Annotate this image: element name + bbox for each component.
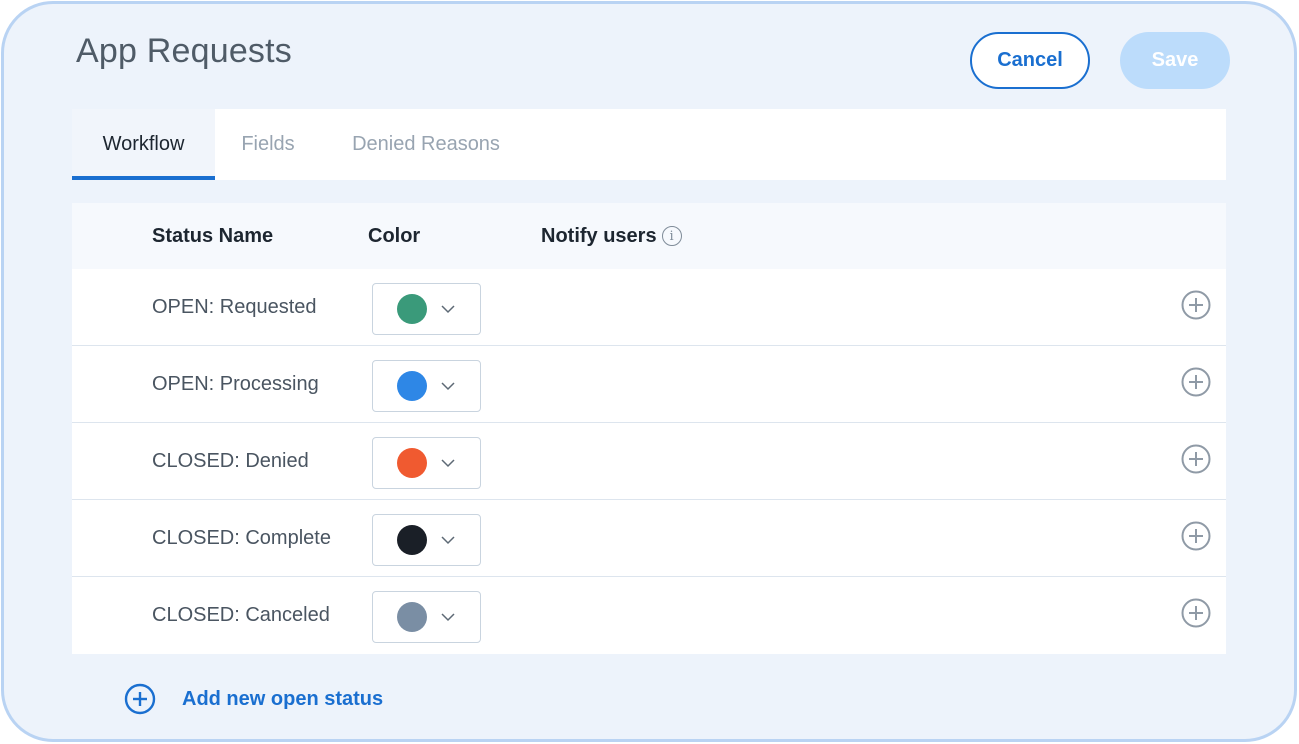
color-picker-dropdown[interactable] (372, 514, 481, 566)
plus-circle-icon[interactable] (1180, 520, 1212, 552)
status-name: OPEN: Processing (152, 373, 319, 395)
plus-circle-icon[interactable] (1180, 597, 1212, 629)
tab-bar: Workflow Fields Denied Reasons (72, 109, 1226, 180)
table-row: OPEN: Requested (72, 269, 1226, 346)
status-table: Status Name Color Notify users i OPEN: R… (72, 203, 1226, 654)
chevron-down-icon (441, 382, 455, 391)
plus-circle-icon[interactable] (1180, 289, 1212, 321)
save-button[interactable]: Save (1120, 32, 1230, 89)
info-icon[interactable]: i (661, 226, 682, 246)
chevron-down-icon (441, 613, 455, 622)
status-name: CLOSED: Complete (152, 527, 331, 549)
table-row: OPEN: Processing (72, 346, 1226, 423)
add-new-open-status-button[interactable]: Add new open status (124, 683, 383, 715)
table-row: CLOSED: Canceled (72, 577, 1226, 654)
notify-users-label: Notify users (541, 224, 657, 247)
table-row: CLOSED: Complete (72, 500, 1226, 577)
color-swatch (397, 448, 427, 478)
plus-circle-icon[interactable] (1180, 443, 1212, 475)
chevron-down-icon (441, 536, 455, 545)
color-picker-dropdown[interactable] (372, 283, 481, 335)
column-header-notify-users: Notify users i (541, 203, 682, 269)
plus-circle-icon (124, 683, 156, 715)
tab-fields[interactable]: Fields (215, 109, 321, 180)
add-status-label: Add new open status (182, 687, 384, 710)
table-row: CLOSED: Denied (72, 423, 1226, 500)
tab-workflow[interactable]: Workflow (72, 109, 215, 180)
color-picker-dropdown[interactable] (372, 360, 481, 412)
tab-denied-reasons[interactable]: Denied Reasons (321, 109, 531, 180)
page-title: App Requests (76, 32, 292, 70)
column-header-color: Color (368, 224, 421, 247)
status-name: OPEN: Requested (152, 296, 317, 318)
plus-circle-icon[interactable] (1180, 366, 1212, 398)
cancel-button[interactable]: Cancel (970, 32, 1090, 89)
chevron-down-icon (441, 459, 455, 468)
column-header-status-name: Status Name (152, 224, 274, 247)
color-swatch (397, 602, 427, 632)
color-swatch (397, 294, 427, 324)
table-header: Status Name Color Notify users i (72, 203, 1226, 269)
chevron-down-icon (441, 305, 455, 314)
status-name: CLOSED: Canceled (152, 604, 330, 626)
color-swatch (397, 525, 427, 555)
color-picker-dropdown[interactable] (372, 591, 481, 643)
color-picker-dropdown[interactable] (372, 437, 481, 489)
status-name: CLOSED: Denied (152, 450, 309, 472)
color-swatch (397, 371, 427, 401)
